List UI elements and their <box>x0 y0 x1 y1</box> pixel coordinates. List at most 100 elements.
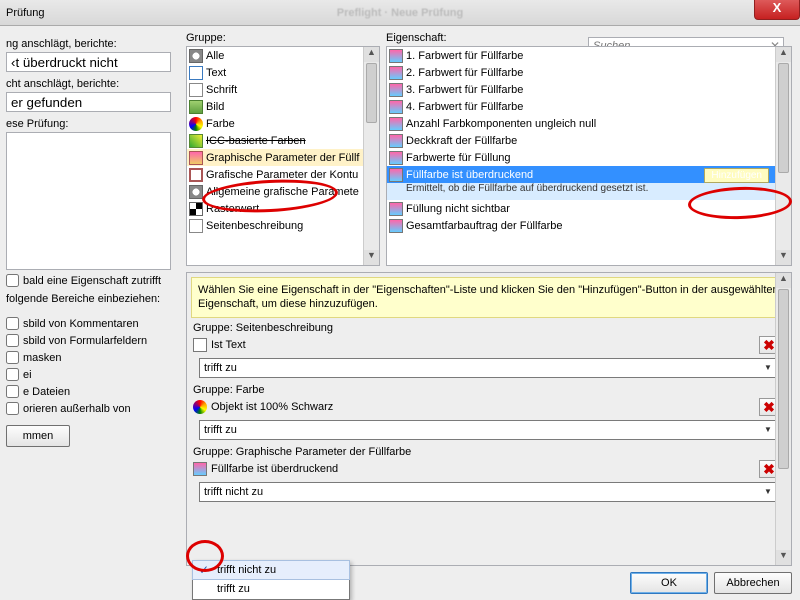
group-item-label: ICC-basierte Farben <box>206 135 306 147</box>
property-item[interactable]: Gesamtfarbauftrag der Füllfarbe <box>387 217 791 234</box>
group-list[interactable]: Alle Text SchriftBild Farbe ICC-basierte Far… <box>186 46 380 266</box>
group-item-label: Graphische Parameter der Füllf <box>206 152 359 164</box>
group-item[interactable]: Farbe <box>187 115 379 132</box>
scrollbar[interactable]: ▲ ▼ <box>363 47 379 265</box>
property-item[interactable]: 2. Farbwert für Füllfarbe <box>387 64 791 81</box>
popup-item-not-applies[interactable]: ✓ trifft nicht zu <box>192 560 350 580</box>
property-item-label: Anzahl Farbkomponenten ungleich null <box>406 118 596 130</box>
property-item[interactable]: Füllung nicht sichtbar <box>387 200 791 217</box>
chk-masks[interactable] <box>6 351 19 364</box>
condition-block: Gruppe: SeitenbeschreibungIst Text✖triff… <box>193 322 785 378</box>
scroll-down-icon[interactable]: ▼ <box>364 250 379 265</box>
property-item[interactable]: Deckkraft der Füllfarbe <box>387 132 791 149</box>
property-item[interactable]: Anzahl Farbkomponenten ungleich null <box>387 115 791 132</box>
scroll-thumb[interactable] <box>778 63 789 173</box>
condition-dropdown[interactable]: trifft zu▼ <box>199 358 779 378</box>
property-item[interactable]: 1. Farbwert für Füllfarbe <box>387 47 791 64</box>
property-item[interactable]: Füllfarbe ist überdruckend Hinzufügen <box>387 166 791 183</box>
condition-icon <box>193 400 207 414</box>
property-item[interactable]: Farbwerte für Füllung <box>387 149 791 166</box>
group-item[interactable]: Rasterwert <box>187 200 379 217</box>
property-item-label: Füllfarbe ist überdruckend <box>406 169 533 181</box>
property-list[interactable]: 1. Farbwert für Füllfarbe 2. Farbwert für… <box>386 46 792 266</box>
chk-outside[interactable] <box>6 402 19 415</box>
dropdown-value: trifft zu <box>204 424 237 436</box>
condition-icon <box>193 462 207 476</box>
lbl-files: e Dateien <box>23 386 70 398</box>
input-reports-hit[interactable] <box>6 52 171 72</box>
scroll-up-icon[interactable]: ▲ <box>776 47 791 62</box>
group-item-icon <box>189 66 203 80</box>
checkmark-icon: ✓ <box>199 563 209 577</box>
group-item-icon <box>189 168 203 182</box>
label-include: folgende Bereiche einbeziehen: <box>6 293 174 305</box>
popup-item-label: trifft zu <box>217 583 250 595</box>
group-item-icon <box>189 134 203 148</box>
scroll-thumb[interactable] <box>778 289 789 469</box>
window-subtitle: Preflight · Neue Prüfung <box>0 7 800 19</box>
property-item-icon <box>389 219 403 233</box>
chk-files[interactable] <box>6 385 19 398</box>
condition-property: Ist Text <box>211 339 246 351</box>
dropdown-popup[interactable]: ✓ trifft nicht zu trifft zu <box>192 560 350 600</box>
scroll-down-icon[interactable]: ▼ <box>776 250 791 265</box>
dropdown-value: trifft zu <box>204 362 237 374</box>
group-item-icon <box>189 219 203 233</box>
property-item-label: 3. Farbwert für Füllfarbe <box>406 84 523 96</box>
input-reports-miss[interactable] <box>6 92 171 112</box>
ok-button[interactable]: OK <box>630 572 708 594</box>
property-item-icon <box>389 117 403 131</box>
conditions-pane: Wählen Sie eine Eigenschaft in der "Eige… <box>186 272 792 566</box>
lbl-ei: ei <box>23 369 32 381</box>
description-box[interactable] <box>6 132 171 270</box>
property-item-label: 2. Farbwert für Füllfarbe <box>406 67 523 79</box>
chk-first-match[interactable] <box>6 274 19 287</box>
group-item[interactable]: Bild <box>187 98 379 115</box>
group-item[interactable]: Alle <box>187 47 379 64</box>
close-button[interactable]: X <box>754 0 800 20</box>
group-item-label: Seitenbeschreibung <box>206 220 303 232</box>
scroll-up-icon[interactable]: ▲ <box>364 47 379 62</box>
scroll-up-icon[interactable]: ▲ <box>776 273 791 288</box>
property-panel: Eigenschaft: ✕ 1. Farbwert für Füllfarbe… <box>386 32 792 266</box>
condition-icon <box>193 338 207 352</box>
group-item-label: Text <box>206 67 226 79</box>
condition-group-label: Gruppe: Farbe <box>193 384 785 396</box>
group-item-label: Allgemeine grafische Paramete <box>206 186 359 198</box>
add-button[interactable]: Hinzufügen <box>704 168 769 183</box>
dropdown-value: trifft nicht zu <box>204 486 263 498</box>
group-item[interactable]: Schrift <box>187 81 379 98</box>
scrollbar[interactable]: ▲ ▼ <box>775 47 791 265</box>
group-item[interactable]: Graphische Parameter der Füllf <box>187 149 379 166</box>
group-item[interactable]: Text <box>187 64 379 81</box>
condition-dropdown[interactable]: trifft zu▼ <box>199 420 779 440</box>
scrollbar[interactable]: ▲ ▼ <box>775 273 791 565</box>
chk-ei[interactable] <box>6 368 19 381</box>
group-label: Gruppe: <box>186 32 380 44</box>
group-item[interactable]: Seitenbeschreibung <box>187 217 379 234</box>
property-item-icon <box>389 151 403 165</box>
property-item[interactable]: 3. Farbwert für Füllfarbe <box>387 81 791 98</box>
group-panel: Gruppe: Alle Text SchriftBild Farbe ICC-basi… <box>186 32 380 266</box>
property-item-label: Deckkraft der Füllfarbe <box>406 135 517 147</box>
chk-comments[interactable] <box>6 317 19 330</box>
group-item-icon <box>189 185 203 199</box>
dialog-body: ng anschlägt, berichte: cht anschlägt, b… <box>0 26 800 600</box>
condition-dropdown[interactable]: trifft nicht zu▼ <box>199 482 779 502</box>
cancel-button[interactable]: Abbrechen <box>714 572 792 594</box>
property-item[interactable]: 4. Farbwert für Füllfarbe <box>387 98 791 115</box>
group-item-label: Farbe <box>206 118 235 130</box>
group-item-icon <box>189 100 203 114</box>
popup-item-applies[interactable]: trifft zu <box>193 579 349 599</box>
scroll-thumb[interactable] <box>366 63 377 123</box>
property-item-label: Füllung nicht sichtbar <box>406 203 510 215</box>
scroll-down-icon[interactable]: ▼ <box>776 550 791 565</box>
property-item-icon <box>389 49 403 63</box>
group-item[interactable]: Allgemeine grafische Paramete <box>187 183 379 200</box>
group-item[interactable]: ICC-basierte Farben <box>187 132 379 149</box>
property-item-description: Ermittelt, ob die Füllfarbe auf überdruc… <box>387 183 791 200</box>
property-item-icon <box>389 100 403 114</box>
chk-formfields[interactable] <box>6 334 19 347</box>
small-button[interactable]: mmen <box>6 425 70 447</box>
group-item[interactable]: Grafische Parameter der Kontu <box>187 166 379 183</box>
